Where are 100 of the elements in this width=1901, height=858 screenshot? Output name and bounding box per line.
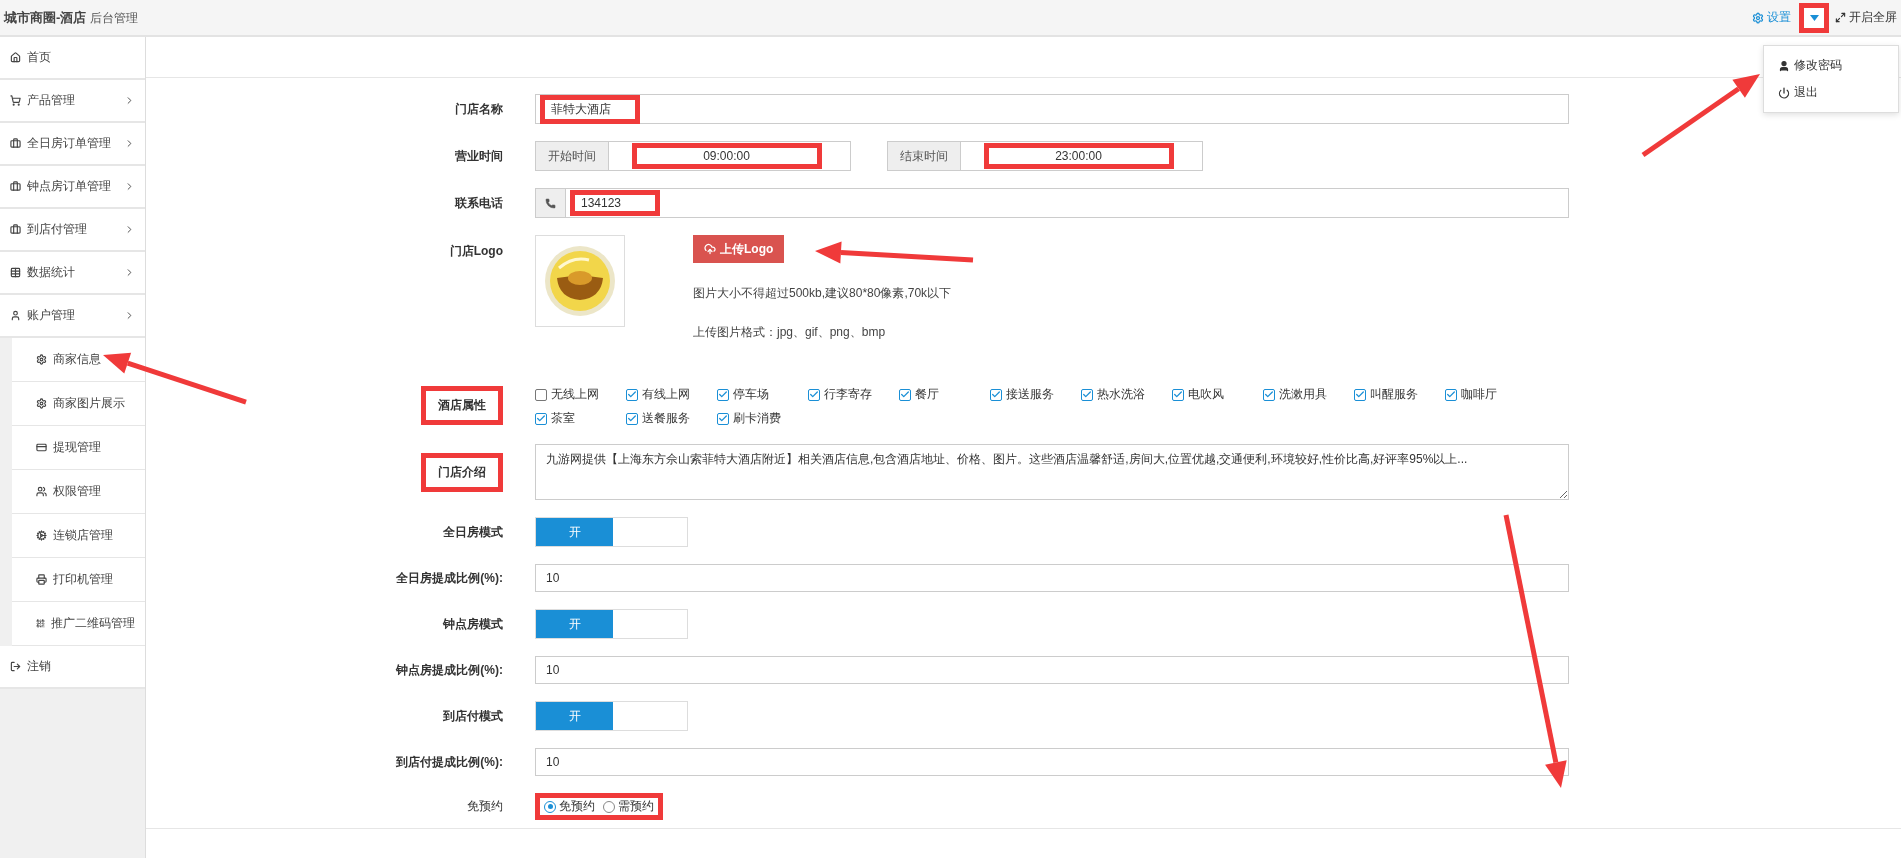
field-label: 门店Logo xyxy=(449,243,503,260)
checkbox[interactable] xyxy=(1081,388,1093,401)
fullscreen-link[interactable]: 开启全屏 xyxy=(1835,9,1897,26)
text-field[interactable]: 菲特大酒店 xyxy=(535,94,1569,124)
user-icon xyxy=(1778,59,1790,72)
field-label: 酒店属性 xyxy=(421,386,503,425)
qr-code-icon xyxy=(36,618,45,629)
sidebar-item[interactable]: 注销 xyxy=(0,646,145,689)
field-label: 到店付提成比例(%): xyxy=(396,753,503,771)
checkbox-option[interactable]: 刷卡消费 xyxy=(717,410,808,427)
field-label: 钟点房模式 xyxy=(443,615,503,633)
gear-icon xyxy=(36,398,47,409)
briefcase-icon xyxy=(10,181,21,192)
phone-field[interactable]: 134123 xyxy=(566,188,1569,218)
radio-option[interactable]: 免预约 xyxy=(544,798,595,815)
sidebar-subitem[interactable]: 连锁店管理 xyxy=(12,514,145,558)
time-field[interactable]: 09:00:00 xyxy=(609,141,851,171)
phone-icon xyxy=(545,197,556,209)
upload-button[interactable]: 上传Logo xyxy=(693,235,785,263)
table-icon xyxy=(10,267,21,278)
checkbox-option[interactable]: 无线上网 xyxy=(535,386,626,403)
cloud-upload-icon xyxy=(704,243,716,255)
checkbox-option[interactable]: 咖啡厅 xyxy=(1445,386,1536,403)
sidebar-subitem[interactable]: 提现管理 xyxy=(12,426,145,470)
field-label: 营业时间 xyxy=(455,147,503,165)
checkbox-option[interactable]: 洗漱用具 xyxy=(1263,386,1354,403)
checkbox-option[interactable]: 行李寄存 xyxy=(808,386,899,403)
toggle-switch[interactable]: 开 xyxy=(535,517,688,547)
number-field[interactable]: 10 xyxy=(535,656,1569,684)
checkbox-option[interactable]: 叫醒服务 xyxy=(1354,386,1445,403)
toggle-switch[interactable]: 开 xyxy=(535,609,688,639)
number-field[interactable]: 10 xyxy=(535,748,1569,776)
sidebar-item[interactable]: 到店付管理 xyxy=(0,209,145,252)
checkbox[interactable] xyxy=(899,388,911,401)
app-subtitle: 后台管理 xyxy=(90,9,139,27)
gears-icon xyxy=(36,530,47,541)
checkbox[interactable] xyxy=(626,388,638,401)
checkbox-option[interactable]: 停车场 xyxy=(717,386,808,403)
checkbox-option[interactable]: 有线上网 xyxy=(626,386,717,403)
card-icon xyxy=(36,442,47,453)
sidebar-subitem[interactable]: 打印机管理 xyxy=(12,558,145,602)
field-label: 门店名称 xyxy=(455,100,503,118)
sidebar-subitem[interactable]: 商家图片展示 xyxy=(12,382,145,426)
checkbox[interactable] xyxy=(535,388,547,401)
sidebar-subitem[interactable]: 权限管理 xyxy=(12,470,145,514)
checkbox[interactable] xyxy=(717,388,729,401)
checkbox-option[interactable]: 热水洗浴 xyxy=(1081,386,1172,403)
checkbox-option[interactable]: 餐厅 xyxy=(899,386,990,403)
sidebar-item[interactable]: 数据统计 xyxy=(0,252,145,295)
sidebar-item[interactable]: 产品管理 xyxy=(0,80,145,123)
briefcase-icon xyxy=(10,224,21,235)
time-field[interactable]: 23:00:00 xyxy=(961,141,1203,171)
checkbox-option[interactable]: 电吹风 xyxy=(1172,386,1263,403)
field-label: 门店介绍 xyxy=(421,452,503,492)
checkbox[interactable] xyxy=(808,388,820,401)
expand-icon xyxy=(1835,12,1846,23)
checkbox[interactable] xyxy=(626,412,638,425)
field-label: 全日房提成比例(%): xyxy=(396,569,503,587)
textarea-field[interactable]: 九游网提供【上海东方佘山索菲特大酒店附近】相关酒店信息,包含酒店地址、价格、图片。这些酒店温馨舒适,房间大,位置优越,交通便利,环境较好,性价比高,好评率95%以上... xyxy=(535,444,1569,500)
checkbox[interactable] xyxy=(535,412,547,425)
checkbox[interactable] xyxy=(1263,388,1275,401)
sidebar-item[interactable]: 账户管理 xyxy=(0,295,145,338)
app-title: 城市商圈-酒店 xyxy=(4,8,87,27)
checkbox[interactable] xyxy=(717,412,729,425)
field-label: 钟点房提成比例(%): xyxy=(396,661,503,679)
sidebar-subitem[interactable]: 推广二维码管理 xyxy=(12,602,145,646)
upload-note: 上传图片格式：jpg、gif、png、bmp xyxy=(693,324,887,341)
checkbox-option[interactable]: 茶室 xyxy=(535,410,626,427)
checkbox[interactable] xyxy=(990,388,1002,401)
users-icon xyxy=(36,486,47,497)
field-label: 全日房模式 xyxy=(443,523,503,541)
user-icon xyxy=(10,310,21,321)
radio-option[interactable]: 需预约 xyxy=(603,798,654,815)
power-icon xyxy=(1778,86,1790,99)
sidebar-item[interactable]: 全日房订单管理 xyxy=(0,123,145,166)
input-addon: 结束时间 xyxy=(887,141,961,171)
input-addon: 开始时间 xyxy=(535,141,609,171)
checkbox[interactable] xyxy=(1172,388,1184,401)
ingot-icon xyxy=(543,244,617,318)
logout-icon xyxy=(10,661,21,672)
field-label: 免预约 xyxy=(467,798,503,815)
checkbox[interactable] xyxy=(1354,388,1366,401)
sidebar-item[interactable]: 钟点房订单管理 xyxy=(0,166,145,209)
briefcase-icon xyxy=(10,138,21,149)
field-label: 到店付模式 xyxy=(443,707,503,725)
upload-note: 图片大小不得超过500kb,建议80*80像素,70k以下 xyxy=(693,285,952,302)
gear-icon xyxy=(36,354,47,365)
checkbox-option[interactable]: 送餐服务 xyxy=(626,410,717,427)
sidebar-item[interactable]: 首页 xyxy=(0,37,145,80)
printer-icon xyxy=(36,574,47,585)
menu-item[interactable]: 退出 xyxy=(1764,79,1898,106)
dropdown-caret[interactable] xyxy=(1799,2,1829,33)
toggle-switch[interactable]: 开 xyxy=(535,701,688,731)
checkbox[interactable] xyxy=(1445,388,1457,401)
checkbox-option[interactable]: 接送服务 xyxy=(990,386,1081,403)
cart-icon xyxy=(10,95,21,106)
settings-icon xyxy=(1752,11,1764,24)
menu-item[interactable]: 修改密码 xyxy=(1764,52,1898,79)
number-field[interactable]: 10 xyxy=(535,564,1569,592)
sidebar-subitem[interactable]: 商家信息 xyxy=(12,338,145,382)
